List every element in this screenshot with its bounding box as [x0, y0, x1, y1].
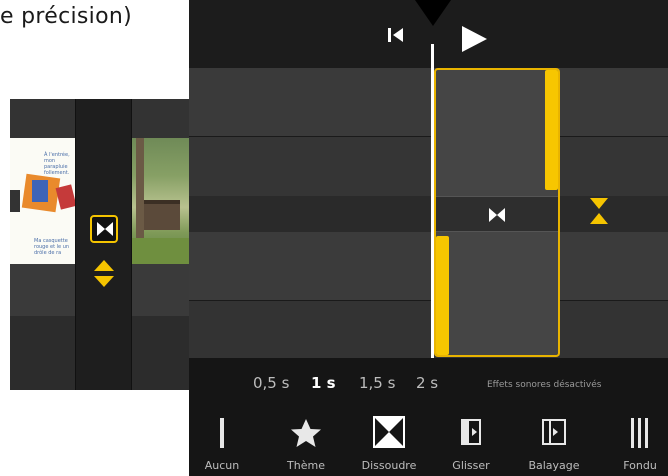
play-button[interactable] [459, 24, 489, 54]
track-segment [10, 99, 75, 138]
photo-shape [144, 200, 180, 230]
tool-label: Balayage [528, 459, 580, 472]
dissolve-icon [373, 416, 405, 448]
trim-handle[interactable] [436, 236, 449, 355]
caption-text: e précision) [0, 4, 132, 29]
adjust-arrows-icon[interactable] [93, 259, 115, 289]
tool-label: Aucun [204, 459, 240, 472]
video-track [189, 300, 668, 358]
video-track [189, 136, 668, 196]
transition-none-button[interactable]: Aucun [189, 414, 255, 476]
slide-icon [461, 419, 481, 445]
tool-label: Glisser [452, 459, 490, 472]
transition-dissolve-button[interactable]: Dissoudre [356, 414, 422, 476]
divider [189, 300, 668, 301]
fade-icon [631, 418, 648, 448]
duration-option[interactable]: 0,5 s [253, 374, 289, 392]
transition-slide-button[interactable]: Glisser [438, 414, 504, 476]
doc-text: Ma casquette rouge et le un drôle de ra [34, 238, 70, 256]
playhead-marker [415, 0, 451, 26]
video-track [189, 232, 668, 300]
adjust-arrows-icon[interactable] [589, 197, 609, 225]
sound-effects-label[interactable]: Effets sonores désactivés [487, 380, 601, 390]
wipe-icon [542, 419, 566, 445]
duration-option[interactable]: 1,5 s [359, 374, 395, 392]
track-segment [10, 316, 75, 390]
track-segment [132, 99, 189, 138]
photo-thumbnail [132, 138, 189, 264]
video-editor: 0,5 s 1 s 1,5 s 2 s Effets sonores désac… [189, 0, 668, 476]
illustration-shape [55, 184, 75, 210]
timeline-preview-panel: À l'entrée, mon parapluie follement. Ma … [10, 99, 189, 390]
duration-option[interactable]: 2 s [416, 374, 438, 392]
track-segment [10, 264, 75, 316]
duration-option-selected[interactable]: 1 s [311, 374, 336, 392]
illustration-shape [10, 190, 20, 212]
divider [189, 136, 668, 137]
illustration-shape [32, 180, 48, 202]
star-icon [291, 419, 321, 447]
selection-frame [434, 68, 560, 357]
track-segment [132, 316, 189, 390]
playhead-line[interactable] [431, 44, 434, 358]
transition-wipe-button[interactable]: Balayage [521, 414, 587, 476]
tool-label: Thème [287, 459, 325, 472]
skip-to-start-button[interactable] [387, 26, 405, 44]
transition-fade-button[interactable]: Fondu [607, 414, 668, 476]
document-thumbnail: À l'entrée, mon parapluie follement. Ma … [10, 138, 75, 264]
bar-icon [220, 418, 224, 448]
tool-label: Dissoudre [361, 459, 417, 472]
doc-text: À l'entrée, mon parapluie follement. [44, 152, 70, 176]
tool-label: Fondu [623, 459, 657, 472]
track-segment [132, 264, 189, 316]
transition-button[interactable] [90, 215, 118, 243]
bowtie-icon [97, 222, 113, 236]
transition-column [76, 99, 131, 390]
transition-theme-button[interactable]: Thème [273, 414, 339, 476]
video-track [189, 68, 668, 136]
trim-handle[interactable] [545, 70, 558, 190]
photo-shape [132, 238, 189, 264]
